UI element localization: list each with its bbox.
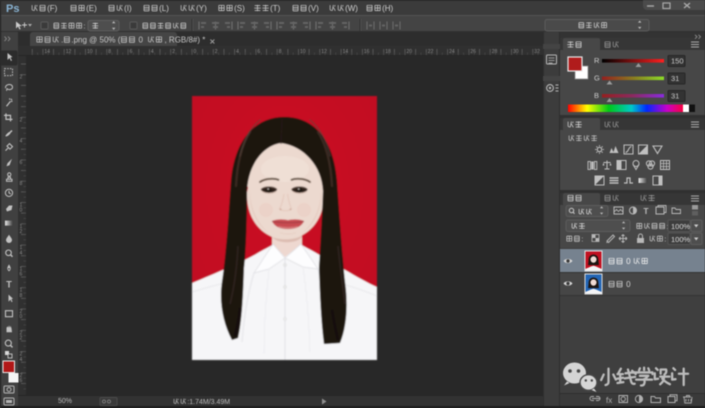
svg-text:28: 28 [492,49,498,55]
svg-text:18: 18 [385,49,391,55]
svg-text:G: G [594,74,600,83]
svg-text:4: 4 [151,49,154,55]
svg-text:0: 0 [20,208,23,214]
svg-text:(S): (S) [234,4,245,13]
svg-text:16: 16 [364,49,370,55]
svg-text:32: 32 [534,49,540,55]
svg-text::: : [581,235,583,244]
svg-text:fx: fx [606,396,612,405]
svg-text:0: 0 [20,314,23,320]
svg-text:150: 150 [671,57,684,66]
svg-text:B: B [594,91,599,100]
svg-text:6: 6 [20,272,23,278]
svg-text:8: 8 [20,293,23,299]
svg-text:2: 2 [20,117,23,123]
svg-text:12: 12 [66,49,72,55]
svg-text:(I): (I) [124,4,132,13]
svg-text:(V): (V) [308,4,319,13]
svg-text:.: . [61,36,63,45]
svg-text:31: 31 [671,92,679,101]
svg-text:14: 14 [343,49,349,55]
svg-text:12: 12 [321,49,327,55]
svg-text::: : [664,235,666,244]
svg-text:(Y): (Y) [196,4,207,13]
svg-text:2: 2 [172,49,175,55]
svg-text:30: 30 [513,49,519,55]
svg-text:8: 8 [20,181,23,187]
svg-text:6: 6 [257,49,260,55]
svg-text:10: 10 [300,49,306,55]
svg-text:2: 2 [20,75,23,81]
svg-text:4: 4 [236,49,239,55]
svg-text:50%: 50% [58,398,72,405]
svg-text:0: 0 [626,257,631,266]
svg-text:2: 2 [20,229,23,235]
svg-text:6: 6 [20,160,23,166]
svg-text:31: 31 [671,74,679,83]
svg-text:2: 2 [20,336,23,342]
svg-text:8: 8 [279,49,282,55]
svg-text:20: 20 [407,49,413,55]
svg-text:0: 0 [626,280,631,289]
svg-text:24: 24 [449,49,455,55]
svg-text:0: 0 [194,49,197,55]
svg-text:(T): (T) [270,4,281,13]
svg-text:(E): (E) [86,4,97,13]
svg-text:14: 14 [44,49,50,55]
svg-text:100%: 100% [671,222,691,231]
svg-text:4: 4 [20,250,23,256]
svg-text:.png @ 50% (: .png @ 50% ( [71,36,120,45]
svg-text:(F): (F) [47,4,58,13]
svg-text:, RGB/8#) *: , RGB/8#) * [164,36,205,45]
svg-text:0: 0 [138,36,143,45]
svg-text:100%: 100% [671,235,691,244]
svg-text:(W): (W) [345,4,358,13]
svg-text:22: 22 [428,49,434,55]
svg-text:2: 2 [215,49,218,55]
svg-text::: : [83,22,85,31]
svg-text:T: T [643,206,649,216]
svg-text:26: 26 [470,49,476,55]
svg-text:4: 4 [20,139,23,145]
svg-text:(L): (L) [159,4,169,13]
svg-text:T: T [6,280,12,290]
svg-text:(H): (H) [382,4,393,13]
svg-text::1.74M/3.49M: :1.74M/3.49M [187,399,230,406]
svg-text:4: 4 [20,357,23,363]
svg-text:6: 6 [20,378,23,384]
svg-text:Ps: Ps [6,3,19,15]
svg-text:R: R [594,56,600,65]
svg-text:6: 6 [130,49,133,55]
svg-text:8: 8 [108,49,111,55]
svg-text:10: 10 [87,49,93,55]
